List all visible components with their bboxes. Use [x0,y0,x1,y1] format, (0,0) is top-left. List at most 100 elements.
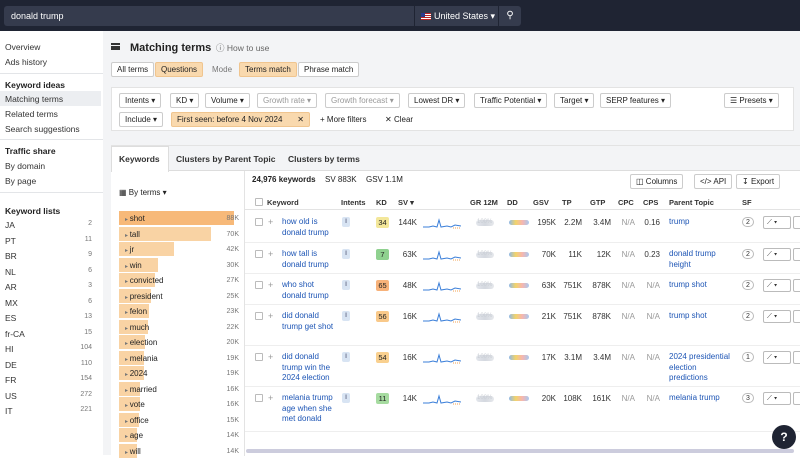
keyword-link[interactable]: did donald trump get shot [282,311,338,332]
keyword-list-item[interactable]: JA 2 [5,220,100,230]
help-button[interactable]: ? [772,425,796,449]
growth-forecast-filter[interactable]: Growth forecast ▾ [325,93,400,108]
serp-features-count[interactable]: 2 [742,217,754,227]
keyword-list-item[interactable]: ES 13 [5,313,100,323]
kd-filter[interactable]: KD ▾ [170,93,200,108]
sidebar-item-by-page[interactable]: By page [5,176,36,186]
keyword-list-item[interactable]: AR 3 [5,282,100,292]
keyword-link[interactable]: melania trump age when she met donald [282,393,338,425]
parent-topic-link[interactable]: trump shot [669,311,735,322]
row-checkbox[interactable] [255,312,263,320]
term-item[interactable]: convicted [125,276,164,285]
sidebar-item-ads-history[interactable]: Ads history [5,57,47,67]
trend-chart-button[interactable]: ⟋ ▾ [763,392,791,405]
row-checkbox[interactable] [255,394,263,402]
col-gtp[interactable]: GTP [590,198,605,207]
add-to-list-icon[interactable]: + [268,217,273,227]
sidebar-item-matching-terms[interactable]: Matching terms [5,94,63,104]
sidebar-item-related-terms[interactable]: Related terms [5,109,58,119]
term-item[interactable]: will [125,447,141,456]
more-filters-button[interactable]: + More filters [320,115,366,124]
col-parent-topic[interactable]: Parent Topic [669,198,714,207]
menu-icon[interactable] [111,43,120,50]
keyword-list-item[interactable]: IT 221 [5,406,100,416]
add-to-list-icon[interactable]: + [268,280,273,290]
term-item[interactable]: 2024 [125,369,148,378]
keyword-list-item[interactable]: MX 6 [5,298,100,308]
phrase-match-button[interactable]: Phrase match [298,62,360,77]
keyword-list-item[interactable]: BR 9 [5,251,100,261]
keyword-list-item[interactable]: fr-CA 15 [5,329,100,339]
keyword-list-item[interactable]: DE 110 [5,360,100,370]
keyword-list-item[interactable]: US 272 [5,391,100,401]
row-menu-button[interactable] [793,392,800,405]
keyword-link[interactable]: how old is donald trump [282,217,338,238]
select-all-checkbox[interactable] [255,198,263,206]
row-checkbox[interactable] [255,353,263,361]
terms-match-button[interactable]: Terms match [239,62,297,77]
sidebar-item-overview[interactable]: Overview [5,42,40,52]
add-to-list-icon[interactable]: + [268,393,273,403]
term-item[interactable]: much [125,323,150,332]
term-item[interactable]: shot [125,214,145,223]
all-terms-button[interactable]: All terms [111,62,155,77]
serp-features-filter[interactable]: SERP features ▾ [600,93,672,108]
volume-filter[interactable]: Volume ▾ [205,93,250,108]
first-seen-filter[interactable]: First seen: before 4 Nov 2024 ✕ [171,112,310,127]
keyword-list-item[interactable]: PT 11 [5,236,100,246]
term-item[interactable]: melania [125,354,158,363]
col-kd[interactable]: KD [376,198,387,207]
col-dd[interactable]: DD [507,198,518,207]
search-input[interactable]: donald trump [4,6,414,26]
questions-button[interactable]: Questions [155,62,204,77]
traffic-potential-filter[interactable]: Traffic Potential ▾ [474,93,548,108]
add-to-list-icon[interactable]: + [268,311,273,321]
col-gsv[interactable]: GSV [533,198,549,207]
trend-chart-button[interactable]: ⟋ ▾ [763,279,791,292]
horizontal-scrollbar[interactable] [246,449,794,453]
row-menu-button[interactable] [793,279,800,292]
keyword-link[interactable]: how tall is donald trump [282,249,338,270]
include-filter[interactable]: Include ▾ [119,112,164,127]
row-checkbox[interactable] [255,281,263,289]
term-item[interactable]: win [125,261,142,270]
trend-chart-button[interactable]: ⟋ ▾ [763,351,791,364]
trend-chart-button[interactable]: ⟋ ▾ [763,216,791,229]
term-item[interactable]: president [125,292,163,301]
term-item[interactable]: election [125,338,158,347]
col-tp[interactable]: TP [562,198,572,207]
tab-clusters-by-terms[interactable]: Clusters by terms [288,154,360,164]
search-button[interactable]: ⚲ [499,6,521,26]
col-sf[interactable]: SF [742,198,752,207]
row-menu-button[interactable] [793,216,800,229]
lowest-dr-filter[interactable]: Lowest DR ▾ [408,93,466,108]
sidebar-item-search-suggestions[interactable]: Search suggestions [5,124,80,134]
parent-topic-link[interactable]: donald trump height [669,249,735,270]
sidebar-item-by-domain[interactable]: By domain [5,161,45,171]
parent-topic-link[interactable]: trump shot [669,280,735,291]
clear-button[interactable]: ✕ Clear [385,115,413,124]
by-terms-select[interactable]: ▦ By terms ▾ [119,188,167,197]
col-gr12m[interactable]: GR 12M [470,198,498,207]
serp-features-count[interactable]: 2 [742,280,754,290]
term-item[interactable]: jr [125,245,134,254]
row-menu-button[interactable] [793,248,800,261]
keyword-list-item[interactable]: NL 6 [5,267,100,277]
tab-keywords[interactable]: Keywords [119,154,160,164]
row-checkbox[interactable] [255,250,263,258]
serp-features-count[interactable]: 1 [742,352,754,362]
term-item[interactable]: married [125,385,157,394]
parent-topic-link[interactable]: 2024 presidential election predictions [669,352,735,384]
trend-chart-button[interactable]: ⟋ ▾ [763,248,791,261]
keyword-link[interactable]: who shot donald trump [282,280,338,301]
export-button[interactable]: ↧ Export [736,174,781,189]
trend-chart-button[interactable]: ⟋ ▾ [763,310,791,323]
keyword-list-item[interactable]: FR 154 [5,375,100,385]
col-cps[interactable]: CPS [643,198,658,207]
col-sv[interactable]: SV ▾ [398,198,414,207]
parent-topic-link[interactable]: trump [669,217,735,228]
country-select[interactable]: United States ▾ [415,6,498,26]
parent-topic-link[interactable]: melania trump [669,393,735,404]
close-icon[interactable]: ✕ [297,113,304,126]
add-to-list-icon[interactable]: + [268,249,273,259]
